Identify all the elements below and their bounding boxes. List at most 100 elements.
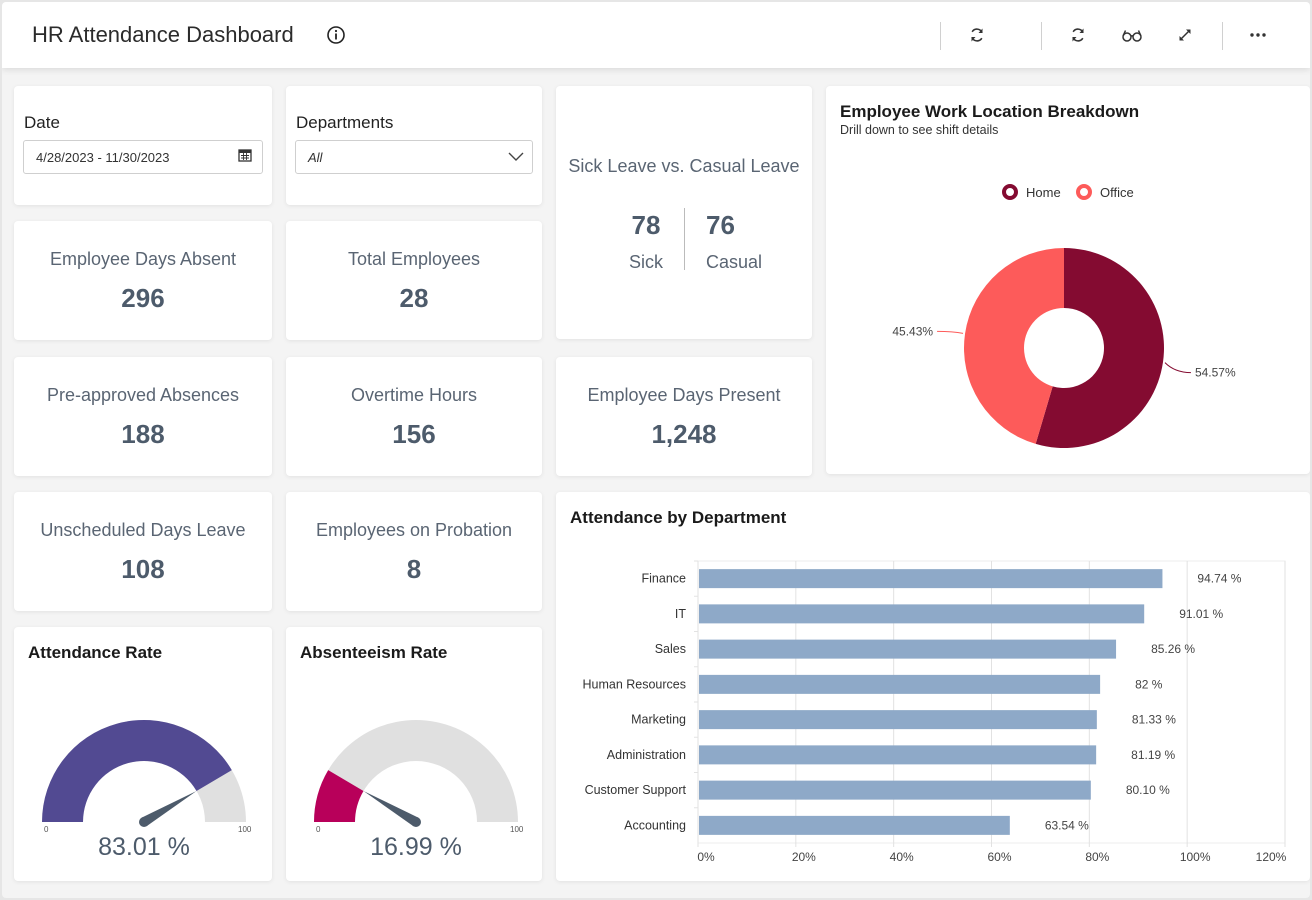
bar-marketing[interactable] (699, 710, 1097, 730)
bar-data-label: 81.33 % (1132, 713, 1176, 727)
header-divider (940, 22, 941, 50)
refresh-icon (971, 28, 983, 42)
donut-label-connector (937, 330, 964, 334)
x-tick-label: 0% (697, 850, 715, 864)
bar-data-label: 80.10 % (1126, 783, 1170, 797)
departments-selected-value: All (308, 150, 323, 165)
bar-administration[interactable] (699, 745, 1097, 765)
date-range-input[interactable]: 4/28/2023 - 11/30/2023 (23, 140, 263, 174)
donut-label-connector (1164, 362, 1191, 374)
work-location-card: Employee Work Location Breakdown Drill d… (826, 86, 1310, 474)
kpi-label: Pre-approved Absences (46, 385, 240, 405)
kpi-card-days-present: Employee Days Present 1,248 (556, 357, 812, 476)
kpi-card-pre-approved: Pre-approved Absences 188 (14, 357, 272, 476)
glasses-icon (1122, 30, 1142, 42)
refresh-button[interactable] (964, 22, 990, 48)
kpi-card-total-employees: Total Employees 28 (286, 221, 542, 340)
y-category-label: Sales (655, 642, 686, 656)
bar-sales[interactable] (699, 639, 1117, 659)
bar-it[interactable] (699, 604, 1145, 624)
calendar-icon[interactable] (238, 148, 252, 162)
attendance-rate-card: Attendance Rate 0 100 83.01 % (14, 627, 272, 881)
kpi-card-overtime: Overtime Hours 156 (286, 357, 542, 476)
bar-accounting[interactable] (699, 815, 1010, 835)
bar-human-resources[interactable] (699, 674, 1101, 694)
legend-item-home[interactable]: Home (1002, 184, 1061, 200)
header-divider (1041, 22, 1042, 50)
departments-select[interactable]: All (295, 140, 533, 174)
work-location-donut-chart[interactable]: Home Office 54.57% 45.43% (826, 86, 1310, 474)
y-category-label: Finance (642, 572, 687, 586)
leave-comparison-title: Sick Leave vs. Casual Leave (568, 156, 800, 176)
kpi-card-days-absent: Employee Days Absent 296 (14, 221, 272, 340)
date-range-value: 4/28/2023 - 11/30/2023 (36, 150, 170, 165)
y-category-label: Accounting (624, 818, 686, 832)
header-divider (1222, 22, 1223, 50)
preview-button[interactable] (1119, 22, 1145, 48)
absenteeism-rate-card: Absenteeism Rate 0 100 16.99 % (286, 627, 542, 881)
x-tick-label: 100% (1180, 850, 1211, 864)
y-category-label: IT (675, 607, 686, 621)
bar-data-label: 94.74 % (1197, 572, 1241, 586)
more-icon (1250, 33, 1266, 37)
x-tick-label: 120% (1256, 850, 1287, 864)
kpi-value: 1,248 (651, 419, 717, 449)
donut-data-label: 54.57% (1195, 366, 1236, 380)
info-icon[interactable] (326, 25, 346, 45)
gauge-needle-hub (411, 817, 421, 827)
dashboard-header: HR Attendance Dashboard (2, 2, 1310, 68)
more-options-button[interactable] (1245, 22, 1271, 48)
bar-data-label: 85.26 % (1151, 642, 1195, 656)
gauge-needle (141, 790, 197, 827)
kpi-card-unscheduled: Unscheduled Days Leave 108 (14, 492, 272, 611)
expand-icon (1179, 29, 1191, 41)
departments-filter-label: Departments (296, 113, 394, 132)
y-category-label: Administration (607, 748, 686, 762)
donut-data-label: 45.43% (892, 324, 933, 338)
leave-comparison-card: Sick Leave vs. Casual Leave 78 Sick 76 C… (556, 86, 812, 339)
refresh-data-button[interactable] (1065, 22, 1091, 48)
casual-leave-label: Casual (706, 252, 763, 272)
bar-data-label: 82 % (1135, 677, 1163, 691)
legend-swatch-icon (1076, 184, 1092, 200)
kpi-value: 296 (121, 283, 165, 313)
leave-divider (684, 208, 685, 270)
kpi-label: Employees on Probation (315, 520, 513, 540)
kpi-value: 108 (121, 554, 165, 584)
gauge-min-label: 0 (44, 825, 49, 834)
legend-item-office[interactable]: Office (1076, 184, 1134, 200)
gauge-max-label: 100 (510, 825, 524, 834)
gauge-needle (363, 790, 419, 827)
kpi-label: Overtime Hours (350, 385, 478, 405)
x-tick-label: 60% (987, 850, 1011, 864)
date-filter-card: Date 4/28/2023 - 11/30/2023 (14, 86, 272, 205)
dashboard-frame: HR Attendance Dashboard Date 4/28/2023 -… (2, 2, 1310, 898)
chevron-down-icon (508, 152, 524, 161)
bar-finance[interactable] (699, 569, 1163, 589)
donut-legend: Home Office (1002, 184, 1134, 200)
y-category-label: Human Resources (582, 677, 686, 691)
attendance-by-department-card: Attendance by Department 0% 20% 40% 60% 80% 1… (556, 492, 1310, 881)
gauge-value-label: 83.01 % (98, 833, 190, 861)
legend-swatch-icon (1002, 184, 1018, 200)
y-category-label: Marketing (631, 713, 686, 727)
kpi-label: Total Employees (347, 249, 481, 269)
gauge-max-label: 100 (238, 825, 252, 834)
gauge-needle-hub (139, 817, 149, 827)
kpi-card-probation: Employees on Probation 8 (286, 492, 542, 611)
absenteeism-rate-gauge: 0 100 16.99 % (314, 720, 524, 861)
kpi-value: 8 (406, 554, 422, 584)
page-title: HR Attendance Dashboard (32, 22, 294, 47)
attendance-by-department-chart[interactable]: 0% 20% 40% 60% 80% 100% 120% Finance 94.74 % IT 91… (556, 492, 1310, 881)
kpi-value: 28 (399, 283, 429, 313)
gauge-value-label: 16.99 % (370, 833, 462, 861)
bar-customer-support[interactable] (699, 780, 1091, 800)
kpi-label: Unscheduled Days Leave (40, 520, 246, 540)
sick-leave-value: 78 (631, 210, 661, 240)
attendance-rate-gauge: 0 100 83.01 % (42, 720, 252, 861)
gauge-min-label: 0 (316, 825, 321, 834)
sick-leave-label: Sick (628, 252, 663, 272)
x-tick-label: 40% (890, 850, 914, 864)
legend-label: Home (1026, 185, 1061, 200)
fullscreen-button[interactable] (1172, 22, 1198, 48)
